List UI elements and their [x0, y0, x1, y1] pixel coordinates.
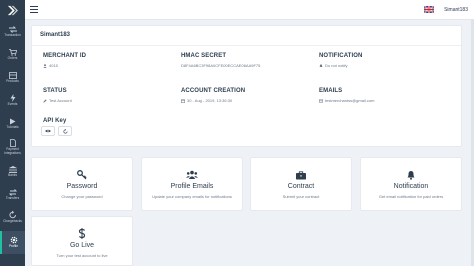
sidebar-item-tutorials[interactable]: Tutorials: [0, 112, 25, 135]
profile-emails-tile[interactable]: Profile Emails Update your company email…: [141, 157, 243, 211]
api-key-label: API Key: [43, 118, 67, 124]
uk-flag-icon[interactable]: [424, 6, 435, 13]
notification-field: NOTIFICATION Do not notify: [319, 53, 362, 68]
bank-icon: [8, 165, 18, 173]
status-value: Test Account: [49, 98, 72, 103]
sidebar-item-label: Payment Integrations: [4, 147, 21, 155]
tile-subtitle: Turn your test account to live: [56, 253, 108, 258]
bolt-icon: [8, 94, 18, 103]
sidebar-item-label: Transfers: [5, 196, 20, 201]
sidebar-item-label: Events: [7, 102, 18, 107]
play-icon: [8, 117, 18, 125]
sidebar-item-orders[interactable]: Orders: [0, 43, 25, 66]
sidebar: Transaction Orders Products Events Tutor…: [0, 0, 25, 266]
account-creation-value: 30 - Aug - 2019, 13:36:30: [187, 98, 233, 103]
cart-icon: [8, 48, 18, 56]
refresh-icon: [63, 128, 67, 133]
sidebar-item-banks[interactable]: Banks: [0, 160, 25, 183]
menu-icon[interactable]: [30, 6, 38, 13]
regenerate-api-key-button[interactable]: [58, 126, 72, 136]
calendar-icon: [181, 98, 185, 103]
envelope-icon: [319, 99, 323, 103]
sidebar-item-products[interactable]: Products: [0, 66, 25, 89]
bell-icon: [319, 63, 323, 67]
pencil-icon: [43, 98, 47, 103]
profile-title: Simant183: [40, 32, 71, 38]
tile-subtitle: Get email notification for paid orders: [378, 194, 444, 199]
document-icon: [8, 139, 18, 148]
go-live-tile[interactable]: Go Live Turn your test account to live: [31, 216, 133, 266]
merchant-id-value: 4015: [49, 63, 58, 68]
tile-subtitle: Change your password: [61, 194, 103, 199]
account-creation-label: ACCOUNT CREATION: [181, 88, 246, 94]
sidebar-item-chargebacks[interactable]: Chargebacks: [0, 206, 25, 229]
tile-title: Password: [66, 183, 98, 190]
merchant-id-field: MERCHANT ID 4015: [43, 53, 86, 68]
sidebar-item-label: Products: [6, 79, 19, 84]
password-tile[interactable]: Password Change your password: [31, 157, 133, 211]
sidebar-item-label: Profile: [8, 244, 19, 249]
tile-title: Contract: [287, 183, 315, 190]
emails-label: EMAILS: [319, 88, 343, 94]
logo-icon: [7, 5, 18, 15]
profile-card: Simant183 MERCHANT ID 4015 HMAC SECRET D…: [31, 25, 462, 147]
user-icon: [43, 63, 47, 68]
user-menu[interactable]: Simant183: [444, 7, 468, 13]
account-creation-field: ACCOUNT CREATION 30 - Aug - 2019, 13:36:…: [181, 88, 245, 103]
sidebar-item-label: Chargebacks: [3, 219, 22, 224]
chargeback-icon: [8, 211, 18, 219]
sidebar-item-label: Orders: [7, 56, 18, 61]
notification-value: Do not notify: [325, 63, 348, 68]
sidebar-item-payment-integrations[interactable]: Payment Integrations: [0, 135, 25, 160]
tile-title: Profile Emails: [170, 183, 214, 190]
transfer-icon: [8, 188, 18, 196]
status-field: STATUS Test Account: [43, 88, 72, 103]
api-key-actions: [41, 126, 75, 136]
notification-tile[interactable]: Notification Get email notification for …: [360, 157, 462, 211]
emails-value: testmerchantss@gmail.com: [325, 98, 375, 103]
emails-field: EMAILS testmerchantss@gmail.com: [319, 88, 374, 103]
divider: [32, 45, 461, 46]
merchant-id-label: MERCHANT ID: [43, 53, 87, 59]
tile-subtitle: Submit your contract: [282, 194, 320, 199]
top-bar: Simant183: [25, 0, 474, 20]
tile-title: Go Live: [69, 242, 95, 249]
contract-tile[interactable]: Contract Submit your contract: [250, 157, 352, 211]
status-label: STATUS: [43, 88, 67, 94]
app-logo[interactable]: [0, 0, 25, 20]
arrows-icon: [8, 25, 18, 33]
hmac-label: HMAC SECRET: [181, 53, 227, 59]
tile-subtitle: Update your company emails for notificat…: [152, 194, 232, 199]
notification-label: NOTIFICATION: [319, 53, 363, 59]
sidebar-item-transfers[interactable]: Transfers: [0, 183, 25, 206]
eye-icon: [45, 129, 51, 133]
gear-icon: [9, 236, 19, 244]
sidebar-item-label: Tutorials: [6, 125, 19, 130]
sidebar-item-profile[interactable]: Profile: [0, 231, 25, 254]
sidebar-item-label: Banks: [8, 173, 17, 178]
sidebar-item-transaction[interactable]: Transaction: [0, 20, 25, 43]
products-icon: [8, 71, 18, 79]
sidebar-item-events[interactable]: Events: [0, 89, 25, 112]
sidebar-item-label: Transaction: [4, 33, 21, 38]
api-key-field: API Key: [43, 118, 66, 124]
hmac-value: D8F4A6BC3F98A0CFE00ECCAE06AA9F75: [181, 63, 261, 68]
show-api-key-button[interactable]: [41, 126, 55, 136]
tile-title: Notification: [393, 183, 429, 190]
hmac-field: HMAC SECRET D8F4A6BC3F98A0CFE00ECCAE06AA…: [181, 53, 260, 68]
